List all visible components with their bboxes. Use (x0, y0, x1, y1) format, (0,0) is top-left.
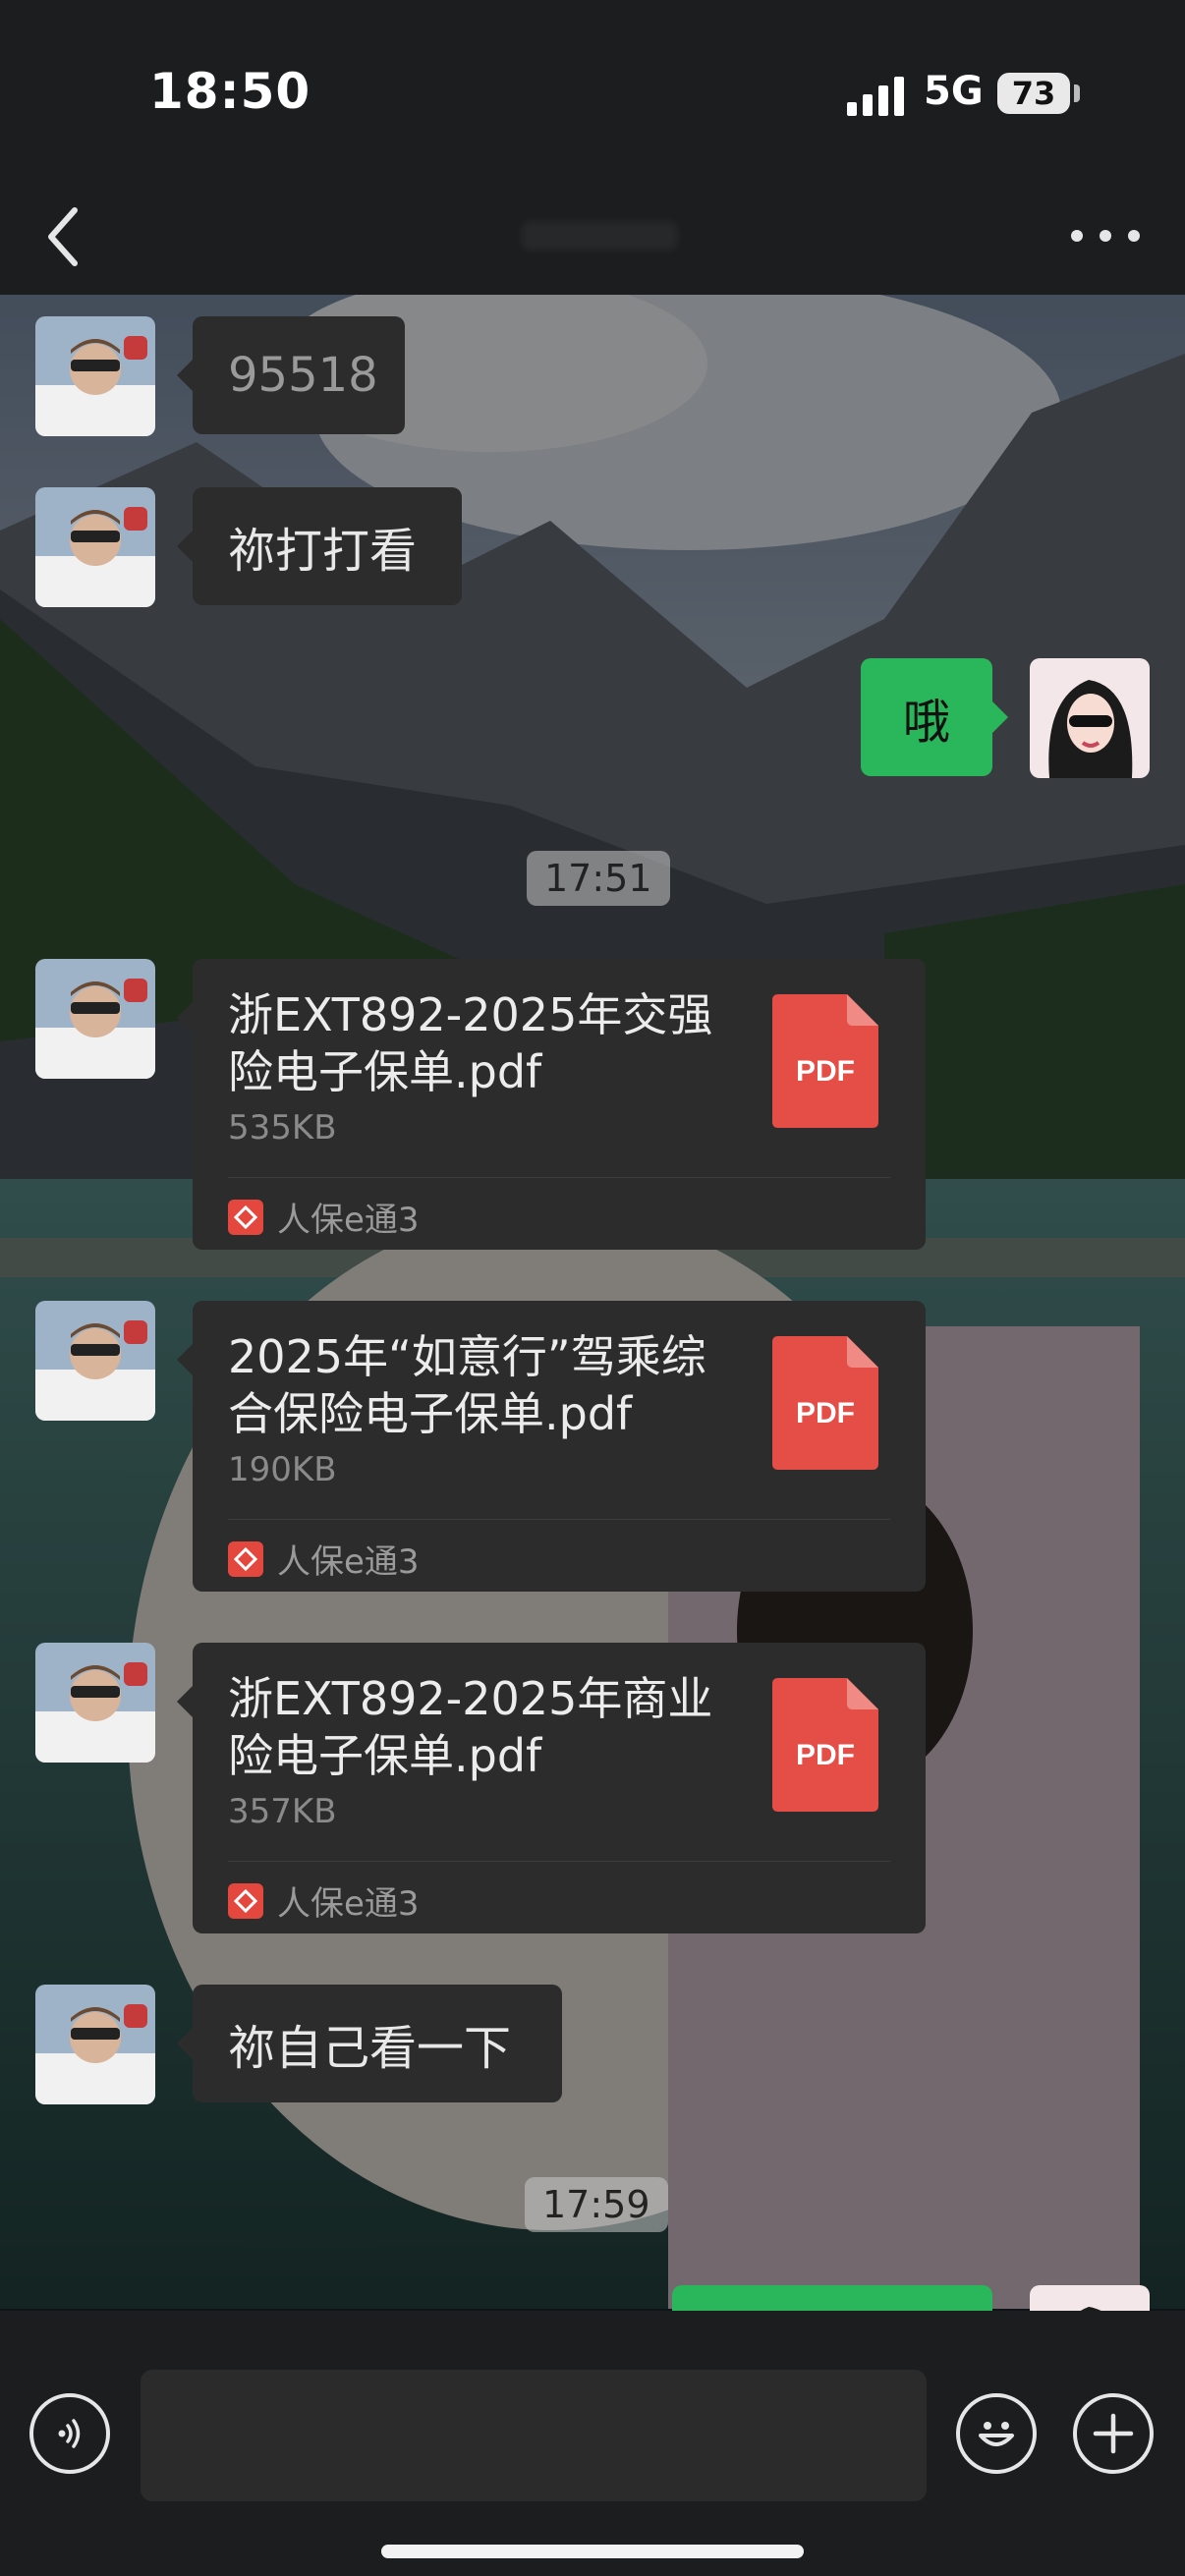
divider (228, 1519, 890, 1520)
file-size: 535KB (228, 1108, 337, 1148)
file-message-card[interactable]: 浙EXT892-2025年交强险电子保单.pdf 535KB PDF 人保e通3 (177, 959, 926, 1250)
voice-icon (58, 2419, 81, 2448)
message-text: 95518 (228, 348, 378, 403)
plus-icon (1093, 2413, 1134, 2454)
picc-app-icon (228, 1882, 263, 1919)
file-size: 357KB (228, 1792, 337, 1831)
timestamp: 17:51 (527, 851, 670, 906)
divider (228, 1177, 890, 1178)
picc-app-icon (228, 1199, 263, 1235)
file-source: 人保e通3 (228, 1876, 420, 1925)
divider (228, 1861, 890, 1862)
battery-cap (1074, 84, 1080, 102)
contact-avatar[interactable] (35, 487, 155, 607)
file-message-card[interactable]: 浙EXT892-2025年商业险电子保单.pdf 357KB PDF 人保e通3 (177, 1643, 926, 1933)
cellular-signal-icon (847, 77, 904, 116)
contact-avatar[interactable] (35, 959, 155, 1079)
file-source-label: 人保e通3 (277, 1884, 420, 1924)
more-options-button[interactable] (1071, 206, 1140, 265)
ellipsis-icon (1100, 230, 1111, 242)
timestamp: 17:59 (525, 2177, 668, 2232)
chevron-left-icon[interactable] (39, 202, 88, 271)
message-input[interactable] (141, 2370, 927, 2501)
file-name: 浙EXT892-2025年商业险电子保单.pdf (228, 1672, 713, 1782)
message-bubble[interactable]: 祢自己看一下 (177, 1985, 562, 2102)
file-source: 人保e通3 (228, 1193, 420, 1241)
file-source: 人保e通3 (228, 1535, 420, 1583)
contact-avatar[interactable] (35, 1301, 155, 1421)
pdf-file-icon: PDF (772, 1336, 878, 1470)
voice-button[interactable] (29, 2393, 110, 2474)
file-name: 2025年“如意行”驾乘综合保险电子保单.pdf (228, 1330, 706, 1440)
plus-button[interactable] (1073, 2393, 1154, 2474)
message-bubble[interactable]: 祢打打看 (177, 487, 462, 605)
network-type: 5G (924, 69, 984, 114)
picc-app-icon (228, 1540, 263, 1577)
contact-avatar[interactable] (35, 1985, 155, 2104)
my-message-bubble-partial[interactable] (672, 2285, 992, 2311)
ellipsis-icon (1128, 230, 1140, 242)
file-source-label: 人保e通3 (277, 1542, 420, 1582)
pdf-label: PDF (796, 1397, 855, 1429)
chat-screen: 18:50 5G 73 95518 祢打打看 哦 17:51 浙EXT892-2… (0, 0, 1185, 2576)
file-message-card[interactable]: 2025年“如意行”驾乘综合保险电子保单.pdf 190KB PDF 人保e通3 (177, 1301, 926, 1592)
my-message-bubble[interactable]: 哦 (861, 658, 1008, 776)
message-bubble[interactable]: 95518 (177, 316, 405, 434)
my-avatar[interactable] (1030, 658, 1150, 778)
contact-avatar[interactable] (35, 316, 155, 436)
status-bar: 18:50 5G 73 (0, 0, 1185, 177)
contact-name-obscured (521, 221, 678, 251)
chat-header (0, 177, 1185, 295)
chat-input-bar (0, 2311, 1185, 2576)
pdf-label: PDF (796, 1055, 855, 1088)
pdf-label: PDF (796, 1739, 855, 1771)
file-size: 190KB (228, 1450, 337, 1489)
message-text: 祢打打看 (228, 524, 418, 579)
file-source-label: 人保e通3 (277, 1201, 420, 1240)
pdf-file-icon: PDF (772, 1678, 878, 1812)
emoji-button[interactable] (956, 2393, 1037, 2474)
message-text: 哦 (902, 695, 950, 750)
pdf-file-icon: PDF (772, 994, 878, 1128)
my-avatar-partial (1030, 2285, 1150, 2311)
message-text: 祢自己看一下 (228, 2021, 512, 2076)
ellipsis-icon (1071, 230, 1083, 242)
status-time: 18:50 (149, 63, 311, 120)
battery-indicator: 73 (997, 73, 1070, 114)
home-indicator[interactable] (381, 2545, 804, 2558)
contact-avatar[interactable] (35, 1643, 155, 1763)
file-name: 浙EXT892-2025年交强险电子保单.pdf (228, 988, 713, 1098)
emoji-icon (979, 2422, 1014, 2446)
